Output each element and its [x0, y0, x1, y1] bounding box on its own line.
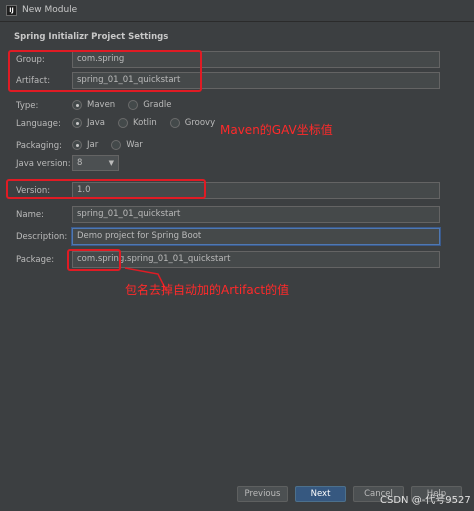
radio-icon — [111, 140, 122, 150]
radio-icon — [169, 118, 180, 128]
package-annotation: 包名去掉自动加的Artifact的值 — [125, 283, 290, 297]
section-title: Spring Initializr Project Settings — [14, 32, 169, 42]
package-highlight-box — [67, 249, 121, 271]
title-bar: IJ New Module — [0, 0, 474, 22]
chevron-down-icon: ▼ — [108, 159, 114, 167]
language-option-groovy[interactable]: Groovy — [169, 118, 215, 128]
language-option-java[interactable]: Java — [72, 118, 105, 128]
gav-highlight-box — [8, 50, 202, 92]
type-label: Type: — [16, 101, 39, 111]
gav-annotation: Maven的GAV坐标值 — [220, 123, 333, 137]
type-option-gradle[interactable]: Gradle — [128, 100, 171, 110]
next-button[interactable]: Next — [295, 486, 346, 502]
packaging-option-jar[interactable]: Jar — [72, 140, 98, 150]
watermark: CSDN @-代号9527 — [380, 495, 471, 506]
name-field[interactable]: spring_01_01_quickstart — [72, 206, 440, 223]
radio-selected-icon — [72, 118, 82, 128]
java-version-select[interactable]: 8 ▼ — [72, 155, 119, 171]
description-field[interactable]: Demo project for Spring Boot — [72, 228, 440, 245]
language-radio-group: Java Kotlin Groovy — [72, 118, 228, 128]
type-option-maven[interactable]: Maven — [72, 100, 115, 110]
name-label: Name: — [16, 210, 44, 220]
package-label: Package: — [16, 255, 55, 265]
version-highlight-box — [6, 179, 206, 199]
type-radio-group: Maven Gradle — [72, 100, 184, 110]
package-field[interactable]: com.spring.spring_01_01_quickstart — [72, 251, 440, 268]
language-option-kotlin[interactable]: Kotlin — [117, 118, 157, 128]
radio-selected-icon — [72, 100, 82, 110]
packaging-radio-group: Jar War — [72, 140, 156, 150]
language-label: Language: — [16, 119, 61, 129]
radio-icon — [117, 118, 128, 128]
radio-icon — [128, 100, 139, 110]
packaging-label: Packaging: — [16, 141, 63, 151]
packaging-option-war[interactable]: War — [111, 140, 143, 150]
intellij-icon: IJ — [6, 5, 17, 16]
description-label: Description: — [16, 232, 68, 242]
window-title: New Module — [22, 5, 78, 15]
java-version-label: Java version: — [16, 159, 71, 169]
radio-selected-icon — [72, 140, 82, 150]
previous-button[interactable]: Previous — [237, 486, 288, 502]
